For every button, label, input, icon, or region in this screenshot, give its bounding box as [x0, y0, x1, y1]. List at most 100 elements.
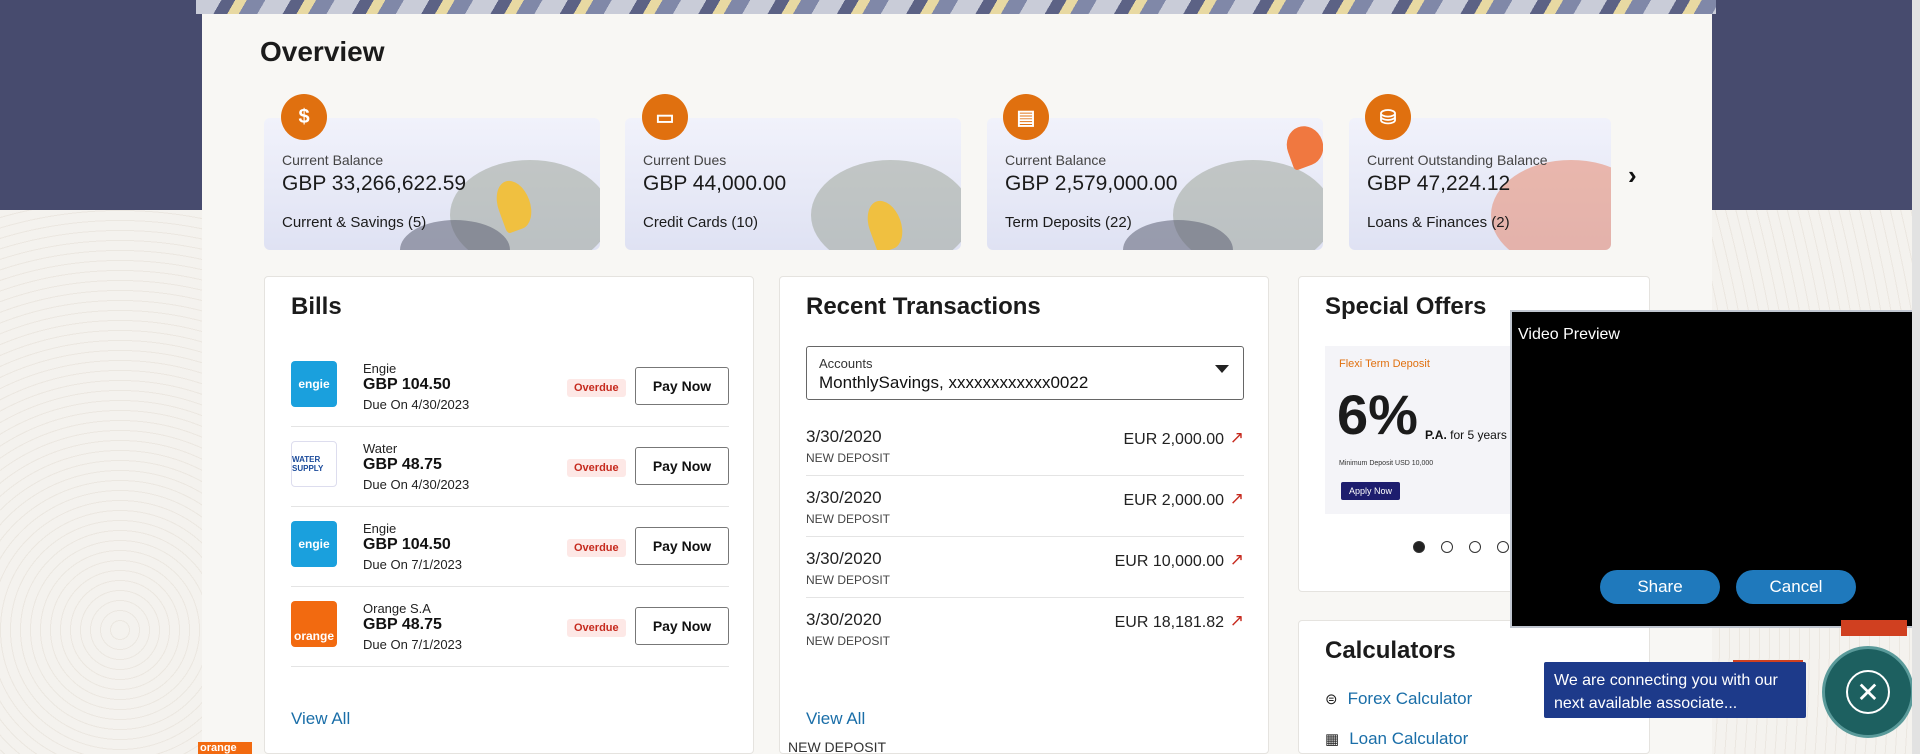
tx-type: NEW DEPOSIT — [806, 634, 891, 648]
decorative-bar — [1841, 620, 1907, 636]
bill-name: Engie — [363, 361, 397, 376]
list-item: engie Engie GBP 104.50 Due On 4/30/2023 … — [291, 347, 729, 427]
chat-close-button[interactable]: ✕ — [1822, 646, 1914, 738]
status-badge: Overdue — [567, 379, 626, 397]
list-item: engie Engie GBP 104.50 Due On 7/1/2023 O… — [291, 507, 729, 587]
dollar-coin-icon: $ — [281, 94, 327, 140]
offer-banner[interactable]: Flexi Term Deposit 6% P.A. for 5 years M… — [1325, 346, 1525, 514]
share-button[interactable]: Share — [1600, 570, 1720, 604]
tx-date: 3/30/2020 — [806, 610, 882, 629]
offers-title: Special Offers — [1325, 293, 1487, 320]
card-amount: GBP 33,266,622.59 — [282, 172, 467, 195]
transactions-title: Recent Transactions — [806, 293, 1041, 320]
pay-now-button[interactable]: Pay Now — [635, 527, 729, 565]
overview-card-current-savings[interactable]: Current Balance GBP 33,266,622.59 Curren… — [264, 118, 600, 250]
bills-view-all-link[interactable]: View All — [291, 709, 350, 729]
video-preview-window: Video Preview Share Cancel — [1510, 310, 1915, 628]
list-item: WATER SUPPLY Water GBP 48.75 Due On 4/30… — [291, 427, 729, 507]
accounts-label: Accounts — [819, 356, 873, 371]
arrow-up-right-icon: ↗ — [1229, 550, 1244, 569]
accounts-dropdown[interactable]: Accounts MonthlySavings, xxxxxxxxxxxx002… — [806, 346, 1244, 400]
bills-title: Bills — [291, 293, 342, 320]
overview-card-term-deposits[interactable]: Current Balance GBP 2,579,000.00 Term De… — [987, 118, 1323, 250]
scrollbar[interactable] — [1912, 0, 1920, 754]
loan-hand-icon: ⛁ — [1365, 94, 1411, 140]
forex-calculator-link[interactable]: ⊜ Forex Calculator — [1325, 689, 1472, 709]
calculator-icon: ▦ — [1325, 731, 1340, 748]
table-row[interactable]: 3/30/2020 NEW DEPOSIT EUR 10,000.00 ↗ — [806, 537, 1244, 598]
carousel-dot[interactable] — [1469, 541, 1481, 553]
bill-due-date: Due On 7/1/2023 — [363, 557, 463, 572]
arrow-up-right-icon: ↗ — [1229, 428, 1244, 447]
tx-date: 3/30/2020 — [806, 427, 882, 446]
tx-amount: EUR 2,000.00 — [1123, 492, 1224, 509]
apply-now-button[interactable]: Apply Now — [1341, 482, 1401, 500]
card-category: Current & Savings (5) — [282, 214, 427, 231]
transactions-view-all-link[interactable]: View All — [806, 709, 865, 729]
video-preview-title: Video Preview — [1518, 326, 1620, 343]
bill-due-date: Due On 4/30/2023 — [363, 477, 470, 492]
bill-amount: GBP 104.50 — [363, 536, 451, 553]
engie-logo-icon: engie — [291, 361, 337, 407]
orange-logo-icon: orange — [198, 742, 252, 754]
currency-exchange-icon: ⊜ — [1325, 691, 1338, 708]
card-amount: GBP 47,224.12 — [1367, 172, 1511, 195]
arrow-up-right-icon: ↗ — [1229, 489, 1244, 508]
bill-amount: GBP 48.75 — [363, 456, 442, 473]
cancel-button[interactable]: Cancel — [1736, 570, 1856, 604]
pay-now-button[interactable]: Pay Now — [635, 607, 729, 645]
bill-name: Orange S.A — [363, 601, 431, 616]
decorative-banner — [196, 0, 1716, 14]
offer-term: P.A. for 5 years — [1425, 428, 1507, 442]
bill-name: Water — [363, 441, 398, 456]
chevron-right-icon[interactable]: › — [1628, 160, 1637, 191]
tx-type: NEW DEPOSIT — [806, 573, 891, 587]
card-label: Current Outstanding Balance — [1367, 152, 1548, 168]
card-category: Term Deposits (22) — [1005, 214, 1132, 231]
tx-type: NEW DEPOSIT — [806, 512, 891, 526]
pay-now-button[interactable]: Pay Now — [635, 367, 729, 405]
table-row[interactable]: 3/30/2020 NEW DEPOSIT EUR 2,000.00 ↗ — [806, 415, 1244, 476]
carousel-dot[interactable] — [1441, 541, 1453, 553]
card-category: Loans & Finances (2) — [1367, 214, 1510, 231]
bill-name: Engie — [363, 521, 397, 536]
card-label: Current Dues — [643, 152, 727, 168]
bill-due-date: Due On 4/30/2023 — [363, 397, 470, 412]
recent-transactions-card: Recent Transactions Accounts MonthlySavi… — [779, 276, 1269, 754]
carousel-dot[interactable] — [1497, 541, 1509, 553]
calculators-title: Calculators — [1325, 637, 1456, 664]
tx-amount: EUR 2,000.00 — [1123, 431, 1224, 448]
peek-deposit-label: NEW DEPOSIT — [788, 739, 887, 754]
arrow-up-right-icon: ↗ — [1229, 611, 1244, 630]
tx-date: 3/30/2020 — [806, 488, 882, 507]
overview-card-credit-cards[interactable]: Current Dues GBP 44,000.00 Credit Cards … — [625, 118, 961, 250]
offer-min-deposit: Minimum Deposit USD 10,000 — [1339, 460, 1434, 467]
offer-rate: 6% — [1337, 383, 1418, 446]
orange-logo-icon: orange — [291, 601, 337, 647]
engie-logo-icon: engie — [291, 521, 337, 567]
tx-date: 3/30/2020 — [806, 549, 882, 568]
bill-amount: GBP 104.50 — [363, 376, 451, 393]
carousel-dot[interactable] — [1413, 541, 1425, 553]
card-label: Current Balance — [1005, 152, 1107, 168]
chevron-down-icon — [1215, 365, 1229, 373]
table-row[interactable]: 3/30/2020 NEW DEPOSIT EUR 18,181.82 ↗ — [806, 598, 1244, 659]
credit-card-icon: ▭ — [642, 94, 688, 140]
offer-tag: Flexi Term Deposit — [1339, 358, 1430, 370]
table-row[interactable]: 3/30/2020 NEW DEPOSIT EUR 2,000.00 ↗ — [806, 476, 1244, 537]
bills-card: Bills engie Engie GBP 104.50 Due On 4/30… — [264, 276, 754, 754]
close-icon: ✕ — [1846, 670, 1890, 714]
term-deposit-icon: ▤ — [1003, 94, 1049, 140]
card-amount: GBP 2,579,000.00 — [1005, 172, 1178, 195]
water-supply-logo-icon: WATER SUPPLY — [291, 441, 337, 487]
card-label: Current Balance — [282, 152, 384, 168]
tx-amount: EUR 10,000.00 — [1114, 553, 1224, 570]
card-category: Credit Cards (10) — [643, 214, 759, 231]
bill-amount: GBP 48.75 — [363, 616, 442, 633]
loan-calculator-link[interactable]: ▦ Loan Calculator — [1325, 729, 1468, 749]
pay-now-button[interactable]: Pay Now — [635, 447, 729, 485]
status-badge: Overdue — [567, 459, 626, 477]
accounts-value: MonthlySavings, xxxxxxxxxxxx0022 — [819, 373, 1089, 392]
card-amount: GBP 44,000.00 — [643, 172, 787, 195]
status-badge: Overdue — [567, 619, 626, 637]
